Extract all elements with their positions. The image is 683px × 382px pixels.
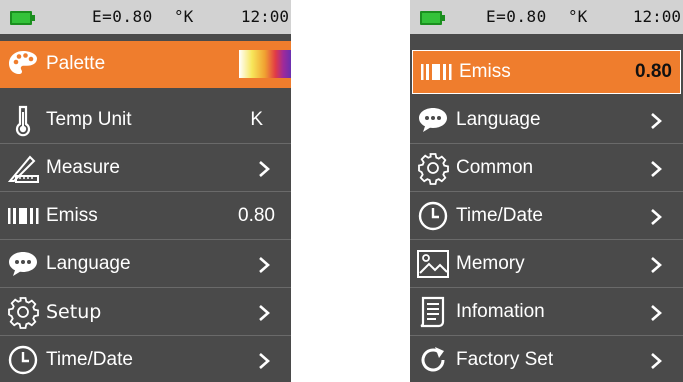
- menu-item-time-date[interactable]: Time/Date: [0, 337, 291, 382]
- menu-item-label: Time/Date: [46, 349, 133, 370]
- chevron-right-icon: [257, 303, 271, 323]
- menu-item-label: Time/Date: [456, 205, 543, 226]
- menu-item-label: Language: [46, 253, 131, 274]
- clock-icon: [6, 343, 40, 377]
- temp-unit-value: K: [250, 109, 263, 130]
- palette-swatch: [239, 50, 291, 78]
- emissivity-bars-icon: [419, 55, 453, 89]
- menu-item-label: Language: [456, 109, 541, 130]
- gear-icon: [416, 151, 450, 185]
- chevron-right-icon: [649, 303, 663, 323]
- emiss-value: 0.80: [635, 61, 672, 82]
- chevron-right-icon: [649, 111, 663, 131]
- main-menu-screen: E=0.80 °K 12:00 Palette Temp Unit K Meas…: [0, 0, 291, 382]
- chevron-right-icon: [649, 159, 663, 179]
- thermometer-icon: [6, 103, 40, 137]
- image-icon: [416, 247, 450, 281]
- chevron-right-icon: [649, 255, 663, 275]
- document-icon: [416, 295, 450, 329]
- menu-item-label: Common: [456, 157, 534, 178]
- status-time: 12:00: [632, 7, 681, 26]
- menu-item-label: Setup: [46, 301, 102, 323]
- menu-item-temp-unit[interactable]: Temp Unit K: [0, 97, 291, 144]
- menu-item-language[interactable]: Language: [0, 241, 291, 288]
- menu-item-label: Emiss: [459, 61, 511, 82]
- chevron-right-icon: [257, 351, 271, 371]
- emissivity-bars-icon: [6, 199, 40, 233]
- menu-item-measure[interactable]: Measure: [0, 145, 291, 192]
- status-temp-unit: °K: [568, 7, 588, 26]
- status-emissivity: E=0.80: [486, 7, 547, 26]
- menu-item-label: Memory: [456, 253, 525, 274]
- menu-item-palette[interactable]: Palette: [0, 41, 291, 88]
- menu-item-label: Temp Unit: [46, 109, 132, 130]
- chevron-right-icon: [257, 255, 271, 275]
- chevron-right-icon: [649, 207, 663, 227]
- status-temp-unit: °K: [174, 7, 194, 26]
- chevron-right-icon: [257, 159, 271, 179]
- menu-item-language[interactable]: Language: [410, 97, 683, 144]
- menu-item-label: Measure: [46, 157, 120, 178]
- menu-item-factory-set[interactable]: Factory Set: [410, 337, 683, 382]
- status-time: 12:00: [240, 7, 289, 26]
- menu-item-label: Factory Set: [456, 349, 554, 370]
- menu-item-label: Infomation: [456, 301, 545, 322]
- status-emissivity: E=0.80: [92, 7, 153, 26]
- battery-icon: [420, 11, 445, 25]
- chevron-right-icon: [649, 351, 663, 371]
- gear-icon: [6, 295, 40, 329]
- battery-icon: [10, 11, 35, 25]
- speech-bubble-icon: [6, 247, 40, 281]
- menu-item-label: Palette: [46, 53, 106, 74]
- menu-item-infomation[interactable]: Infomation: [410, 289, 683, 336]
- status-bar: E=0.80 °K 12:00: [410, 0, 683, 34]
- menu-item-memory[interactable]: Memory: [410, 241, 683, 288]
- menu-item-time-date[interactable]: Time/Date: [410, 193, 683, 240]
- menu-item-emiss[interactable]: Emiss 0.80: [0, 193, 291, 240]
- reset-arrow-icon: [416, 343, 450, 377]
- menu-item-setup[interactable]: Setup: [0, 289, 291, 336]
- menu-item-common[interactable]: Common: [410, 145, 683, 192]
- status-bar: E=0.80 °K 12:00: [0, 0, 291, 34]
- ruler-pencil-icon: [6, 151, 40, 185]
- palette-icon: [6, 47, 40, 81]
- menu-item-emiss[interactable]: Emiss 0.80: [412, 50, 681, 94]
- menu-item-label: Emiss: [46, 205, 98, 226]
- clock-icon: [416, 199, 450, 233]
- emiss-value: 0.80: [238, 205, 275, 226]
- setup-menu-screen: E=0.80 °K 12:00 Emiss 0.80 Language Comm…: [410, 0, 683, 382]
- speech-bubble-icon: [416, 103, 450, 137]
